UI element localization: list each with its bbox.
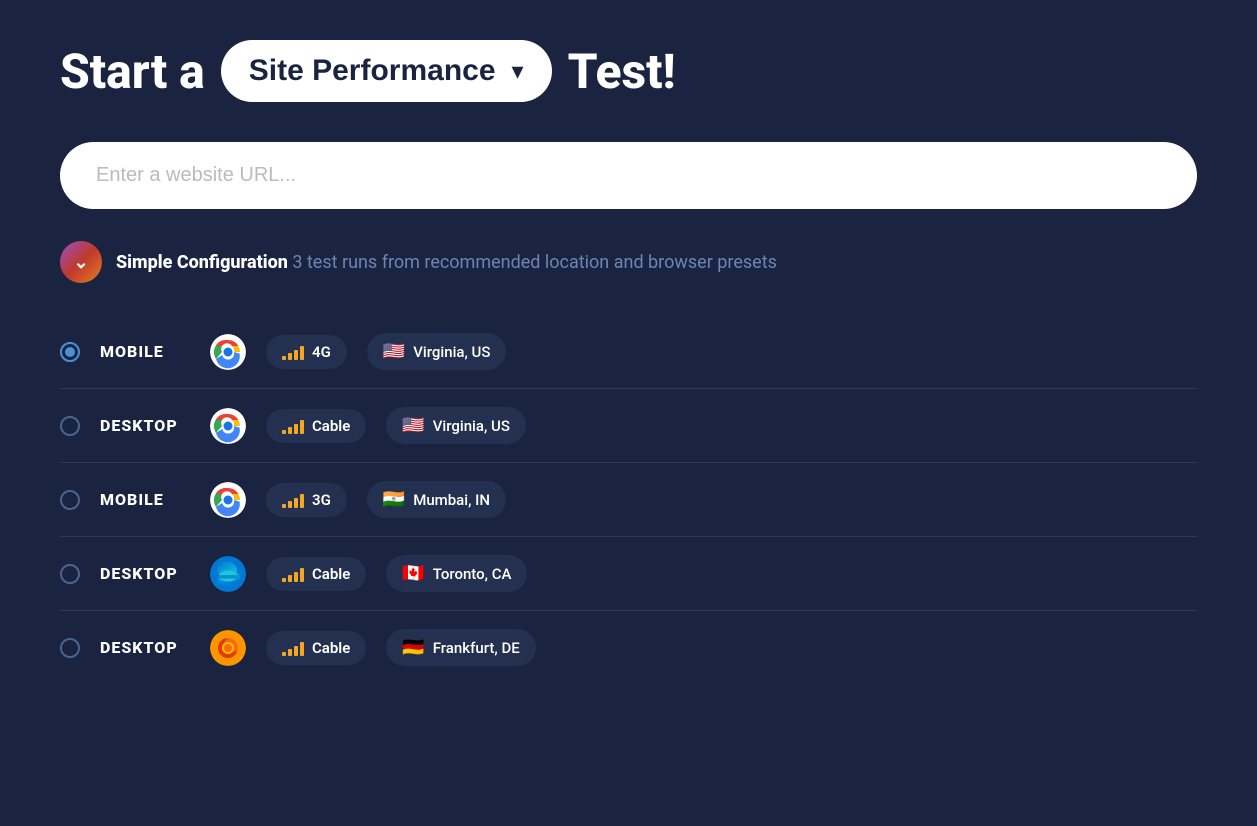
config-label-description: 3 test runs from recommended location an… bbox=[292, 252, 777, 273]
location-badge: 🇺🇸 Virginia, US bbox=[386, 407, 526, 444]
header-start-text: Start a bbox=[60, 43, 205, 100]
browser-icon-chrome bbox=[210, 408, 246, 444]
device-label: MOBILE bbox=[100, 342, 190, 361]
test-row-radio[interactable] bbox=[60, 416, 80, 436]
device-label: MOBILE bbox=[100, 490, 190, 509]
device-label: DESKTOP bbox=[100, 564, 190, 583]
dropdown-selected-value: Site Performance bbox=[249, 54, 496, 88]
location-flag: 🇨🇦 bbox=[402, 563, 424, 584]
location-flag: 🇺🇸 bbox=[383, 341, 405, 362]
location-flag: 🇩🇪 bbox=[402, 637, 424, 658]
location-text: Mumbai, IN bbox=[413, 491, 490, 509]
connection-badge: Cable bbox=[266, 409, 366, 443]
test-row[interactable]: DESKTOP bbox=[60, 537, 1197, 611]
location-text: Virginia, US bbox=[413, 343, 490, 361]
url-input-wrapper bbox=[60, 142, 1197, 209]
connection-text: Cable bbox=[312, 417, 350, 435]
signal-bars-icon bbox=[282, 566, 304, 582]
location-flag: 🇮🇳 bbox=[383, 489, 405, 510]
test-row[interactable]: DESKTOP Cable 🇩🇪 Frankfurt, bbox=[60, 611, 1197, 684]
connection-badge: 4G bbox=[266, 335, 347, 369]
device-label: DESKTOP bbox=[100, 638, 190, 657]
connection-badge: Cable bbox=[266, 631, 366, 665]
browser-icon-chrome bbox=[210, 482, 246, 518]
connection-text: Cable bbox=[312, 565, 350, 583]
test-list: MOBILE 4G bbox=[60, 315, 1197, 684]
test-row[interactable]: DESKTOP Cable bbox=[60, 389, 1197, 463]
location-badge: 🇩🇪 Frankfurt, DE bbox=[386, 629, 535, 666]
connection-text: 3G bbox=[312, 491, 331, 509]
signal-bars-icon bbox=[282, 640, 304, 656]
test-row-radio[interactable] bbox=[60, 490, 80, 510]
location-text: Frankfurt, DE bbox=[433, 639, 520, 657]
location-flag: 🇺🇸 bbox=[402, 415, 424, 436]
location-text: Toronto, CA bbox=[433, 565, 512, 583]
config-label: Simple Configuration 3 test runs from re… bbox=[116, 252, 777, 273]
page-container: Start a Site Performance ▾ Test! ⌄ Simpl… bbox=[60, 40, 1197, 684]
device-label: DESKTOP bbox=[100, 416, 190, 435]
browser-icon-edge bbox=[210, 556, 246, 592]
test-row-radio[interactable] bbox=[60, 564, 80, 584]
location-badge: 🇺🇸 Virginia, US bbox=[367, 333, 507, 370]
page-header: Start a Site Performance ▾ Test! bbox=[60, 40, 1197, 102]
test-type-dropdown[interactable]: Site Performance ▾ bbox=[221, 40, 552, 102]
signal-bars-icon bbox=[282, 418, 304, 434]
config-toggle-button[interactable]: ⌄ bbox=[60, 241, 102, 283]
chevron-down-icon: ▾ bbox=[512, 57, 524, 86]
browser-icon-chrome bbox=[210, 334, 246, 370]
config-label-bold: Simple Configuration bbox=[116, 252, 288, 273]
header-test-text: Test! bbox=[568, 43, 676, 100]
url-input[interactable] bbox=[60, 142, 1197, 209]
test-row[interactable]: MOBILE 3G bbox=[60, 463, 1197, 537]
browser-icon-firefox bbox=[210, 630, 246, 666]
test-row-radio[interactable] bbox=[60, 638, 80, 658]
simple-config-section: ⌄ Simple Configuration 3 test runs from … bbox=[60, 241, 1197, 283]
test-row-radio[interactable] bbox=[60, 342, 80, 362]
connection-text: 4G bbox=[312, 343, 331, 361]
connection-badge: Cable bbox=[266, 557, 366, 591]
connection-badge: 3G bbox=[266, 483, 347, 517]
connection-text: Cable bbox=[312, 639, 350, 657]
location-text: Virginia, US bbox=[433, 417, 510, 435]
location-badge: 🇨🇦 Toronto, CA bbox=[386, 555, 527, 592]
test-row[interactable]: MOBILE 4G bbox=[60, 315, 1197, 389]
signal-bars-icon bbox=[282, 492, 304, 508]
signal-bars-icon bbox=[282, 344, 304, 360]
chevron-down-icon: ⌄ bbox=[73, 252, 88, 273]
location-badge: 🇮🇳 Mumbai, IN bbox=[367, 481, 506, 518]
